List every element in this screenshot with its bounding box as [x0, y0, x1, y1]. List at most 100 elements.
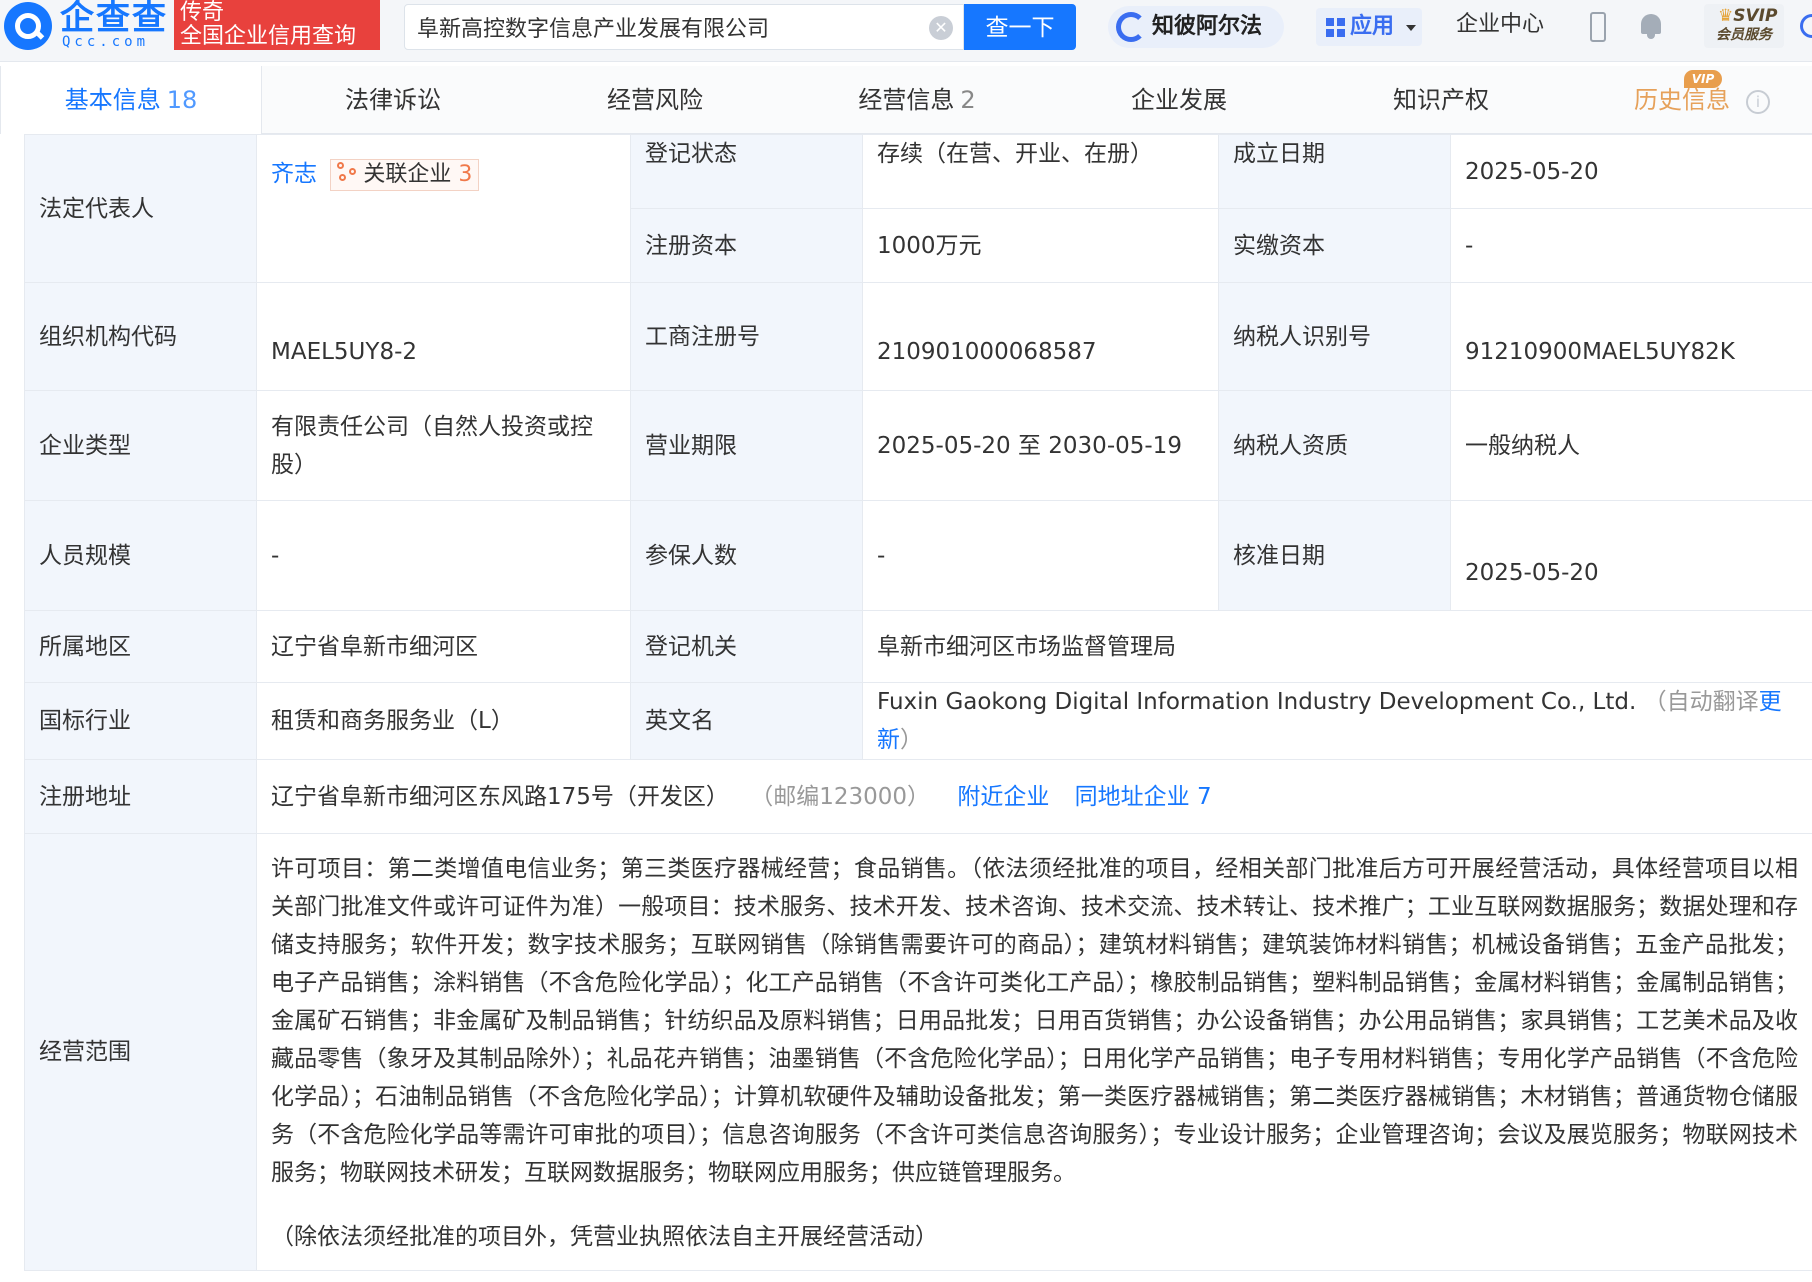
mobile-phone-icon[interactable]: [1590, 12, 1606, 42]
insured-label: 参保人数: [630, 500, 863, 611]
ai-logo-icon: [1116, 12, 1146, 42]
tab-label: 经营信息: [858, 86, 955, 114]
tab-label: 基本信息: [64, 86, 161, 114]
notification-bell-icon[interactable]: [1638, 10, 1664, 40]
grid-icon: [1326, 18, 1346, 38]
svip-label: SVIP: [1733, 6, 1778, 26]
nearby-companies-link[interactable]: 附近企业: [957, 784, 1049, 810]
biz-term-value: 2025-05-20 至 2030-05-19: [862, 390, 1219, 501]
site-logo[interactable]: 企查查 Qcc.com 传奇 全国企业信用查询: [0, 0, 380, 50]
section-tabs: 基本信息 18 法律诉讼 经营风险 经营信息 2 企业发展 知识产权 历史信息: [0, 66, 1812, 134]
logo-name: 企查查: [60, 0, 168, 38]
caret-down-icon: [1406, 25, 1416, 31]
enterprise-center-link[interactable]: 企业中心: [1456, 10, 1544, 40]
ai-assistant-button[interactable]: 知彼阿尔法: [1108, 6, 1284, 48]
slogan-line-1: 传奇: [180, 0, 225, 25]
staff-size-value: -: [256, 500, 631, 611]
org-code-label: 组织机构代码: [24, 282, 257, 391]
legal-rep-name-link[interactable]: 齐志: [271, 161, 317, 187]
biz-reg-no-value: 210901000068587: [862, 282, 1219, 391]
table-row: 法定代表人 齐志 关联企业 3 登记状态 存续（在营、开业、在册） 成立日期 2…: [24, 134, 1812, 283]
ent-type-value: 有限责任公司（自然人投资或控股）: [256, 390, 631, 501]
found-date-label: 成立日期: [1218, 134, 1451, 209]
business-scope-note: （除依法须经批准的项目外，凭营业执照依法自主开展经营活动）: [271, 1224, 938, 1250]
search-button[interactable]: 查一下: [964, 4, 1076, 50]
clear-icon[interactable]: ✕: [929, 16, 953, 40]
reg-authority-value: 阜新市细河区市场监督管理局: [862, 610, 1812, 683]
org-code-value: MAEL5UY8-2: [256, 282, 631, 391]
region-value: 辽宁省阜新市细河区: [256, 610, 631, 683]
reg-capital-value: 1000万元: [862, 208, 1219, 283]
qcc-logo-icon: [4, 2, 52, 50]
paid-capital-value: -: [1450, 208, 1812, 283]
apps-menu-label: 应用: [1350, 14, 1395, 39]
table-row: 企业类型 有限责任公司（自然人投资或控股） 营业期限 2025-05-20 至 …: [24, 390, 1812, 501]
tab-business-risk[interactable]: 经营风险: [524, 66, 786, 134]
basic-info-table: 法定代表人 齐志 关联企业 3 登记状态 存续（在营、开业、在册） 成立日期 2…: [24, 134, 1812, 1271]
org-chart-icon: [337, 161, 359, 184]
svip-member-button[interactable]: ♛SVIP 会员服务: [1704, 4, 1784, 48]
tab-label: 经营风险: [607, 86, 703, 114]
tab-enterprise-development[interactable]: 企业发展: [1048, 66, 1310, 134]
table-row: 组织机构代码 MAEL5UY8-2 工商注册号 210901000068587 …: [24, 282, 1812, 391]
table-row: 国标行业 租赁和商务服务业（L） 英文名 Fuxin Gaokong Digit…: [24, 682, 1812, 760]
ai-assistant-label: 知彼阿尔法: [1152, 14, 1263, 39]
staff-size-label: 人员规模: [24, 500, 257, 611]
address-value: 辽宁省阜新市细河区东风路175号（开发区）: [271, 783, 729, 810]
slogan-line-2: 全国企业信用查询: [180, 24, 357, 49]
table-row: 所属地区 辽宁省阜新市细河区 登记机关 阜新市细河区市场监督管理局: [24, 610, 1812, 683]
apps-menu-button[interactable]: 应用: [1316, 8, 1422, 46]
search-box: ✕: [404, 4, 964, 50]
business-scope-text: 许可项目：第二类增值电信业务；第三类医疗器械经营；食品销售。（依法须经批准的项目…: [271, 856, 1798, 1186]
tab-intellectual-property[interactable]: 知识产权: [1310, 66, 1572, 134]
reg-status-value: 存续（在营、开业、在册）: [862, 134, 1219, 209]
crown-icon: ♛: [1718, 6, 1734, 26]
table-row: 人员规模 - 参保人数 - 核准日期 2025-05-20: [24, 500, 1812, 611]
tab-label: 历史信息: [1634, 86, 1730, 114]
tab-count: 18: [166, 86, 198, 114]
paid-capital-label: 实缴资本: [1218, 208, 1451, 283]
table-row: 注册地址 辽宁省阜新市细河区东风路175号（开发区） （邮编123000） 附近…: [24, 759, 1812, 834]
logo-domain: Qcc.com: [62, 34, 150, 50]
tab-legal-litigation[interactable]: 法律诉讼: [262, 66, 524, 134]
business-scope-cell: 许可项目：第二类增值电信业务；第三类医疗器械经营；食品销售。（依法须经批准的项目…: [256, 833, 1812, 1271]
top-header: 企查查 Qcc.com 传奇 全国企业信用查询 ✕ 查一下 知彼阿尔法 应用 企…: [0, 0, 1812, 62]
taxpayer-id-value: 91210900MAEL5UY82K: [1450, 282, 1812, 391]
tax-qual-value: 一般纳税人: [1450, 390, 1812, 501]
address-cell: 辽宁省阜新市细河区东风路175号（开发区） （邮编123000） 附近企业 同地…: [256, 759, 1812, 834]
tab-label: 知识产权: [1393, 86, 1489, 114]
english-name-value: Fuxin Gaokong Digital Information Indust…: [877, 689, 1637, 715]
biz-reg-no-label: 工商注册号: [630, 282, 863, 391]
related-label: 关联企业: [363, 161, 452, 187]
english-name-label: 英文名: [630, 682, 863, 760]
industry-value: 租赁和商务服务业（L）: [256, 682, 631, 760]
legal-rep-cell: 齐志 关联企业 3: [256, 134, 631, 283]
partial-app-icon[interactable]: [1800, 14, 1812, 38]
vip-badge: VIP: [1684, 70, 1722, 88]
same-address-label: 同地址企业: [1074, 783, 1190, 810]
approve-date-value: 2025-05-20: [1450, 500, 1812, 611]
approve-date-label: 核准日期: [1218, 500, 1451, 611]
tab-basic-info[interactable]: 基本信息 18: [0, 66, 262, 134]
region-label: 所属地区: [24, 610, 257, 683]
auto-translate-prefix: （自动翻译: [1643, 689, 1759, 715]
same-address-count: 7: [1196, 783, 1212, 810]
biz-term-label: 营业期限: [630, 390, 863, 501]
logo-slogan: 传奇 全国企业信用查询: [174, 0, 380, 50]
svip-subtitle: 会员服务: [1716, 27, 1772, 43]
ent-type-label: 企业类型: [24, 390, 257, 501]
reg-capital-label: 注册资本: [630, 208, 863, 283]
tab-business-info[interactable]: 经营信息 2: [786, 66, 1048, 134]
tax-qual-label: 纳税人资质: [1218, 390, 1451, 501]
info-icon[interactable]: i: [1746, 90, 1770, 114]
taxpayer-id-label: 纳税人识别号: [1218, 282, 1451, 391]
insured-value: -: [862, 500, 1219, 611]
search-input[interactable]: [417, 11, 917, 43]
found-date-value: 2025-05-20: [1450, 134, 1812, 209]
related-companies-tag[interactable]: 关联企业 3: [330, 158, 480, 191]
tab-label: 法律诉讼: [345, 86, 441, 114]
same-address-companies-link[interactable]: 同地址企业 7: [1075, 784, 1212, 810]
table-row: 经营范围 许可项目：第二类增值电信业务；第三类医疗器械经营；食品销售。（依法须经…: [24, 833, 1812, 1271]
tab-count: 2: [960, 86, 976, 114]
english-name-cell: Fuxin Gaokong Digital Information Indust…: [862, 682, 1812, 760]
